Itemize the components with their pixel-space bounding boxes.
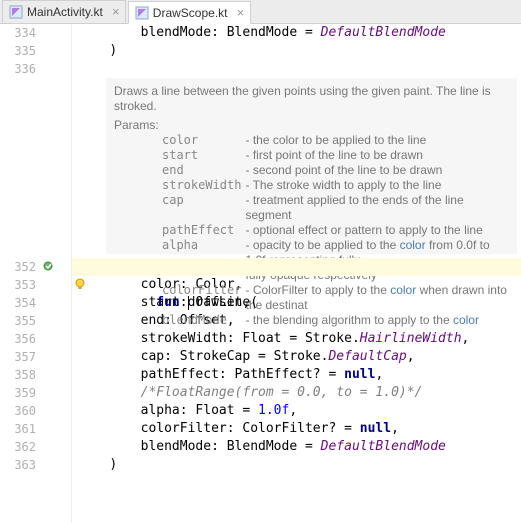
editor-tab-bar: MainActivity.kt × DrawScope.kt × (0, 0, 521, 24)
tab-drawscope[interactable]: DrawScope.kt × (128, 1, 251, 24)
line-number: 362 (0, 438, 36, 456)
doc-link[interactable]: color (453, 313, 479, 327)
doc-param-desc: - second point of the line to be drawn (245, 163, 509, 178)
line-number: 355 (0, 312, 36, 330)
doc-param-desc: - treatment applied to the ends of the l… (245, 193, 509, 223)
doc-param-name: blendMode (162, 313, 245, 328)
doc-param-name: start (162, 148, 245, 163)
line-numbers: 334 335 336 352 353 354 355 356 357 358 … (0, 24, 40, 523)
close-icon[interactable]: × (236, 8, 246, 18)
doc-param-desc: - ColorFilter to apply to the color when… (245, 283, 509, 313)
gutter-icon-row (40, 258, 72, 276)
doc-param-name: cap (162, 193, 245, 223)
kotlin-file-icon (135, 6, 149, 20)
gutter: 334 335 336 352 353 354 355 356 357 358 … (0, 24, 72, 523)
code-editor[interactable]: 334 335 336 352 353 354 355 356 357 358 … (0, 24, 521, 523)
tab-label: DrawScope.kt (153, 6, 228, 20)
doc-param-name: color (162, 133, 245, 148)
close-icon[interactable]: × (111, 7, 121, 17)
doc-link[interactable]: color (390, 283, 416, 297)
line-number: 357 (0, 348, 36, 366)
code-line[interactable]: blendMode: BlendMode = DefaultBlendMode (72, 24, 521, 42)
code-line[interactable] (72, 60, 521, 78)
line-number: 360 (0, 402, 36, 420)
code-line[interactable]: ) (72, 42, 521, 60)
code-line[interactable]: cap: StrokeCap = Stroke.DefaultCap, (72, 348, 521, 366)
code-line[interactable]: blendMode: BlendMode = DefaultBlendMode (72, 438, 521, 456)
doc-param-desc: - first point of the line to be drawn (245, 148, 509, 163)
code-line[interactable]: alpha: Float = 1.0f, (72, 402, 521, 420)
line-number: 336 (0, 60, 36, 78)
doc-params-label: Params: (114, 118, 159, 132)
tab-mainactivity[interactable]: MainActivity.kt × (2, 0, 126, 23)
code-line[interactable]: /*FloatRange(from = 0.0, to = 1.0)*/ (72, 384, 521, 402)
line-number: 353 (0, 276, 36, 294)
doc-param-name: end (162, 163, 245, 178)
doc-param-desc: - optional effect or pattern to apply to… (245, 223, 509, 238)
code-area[interactable]: blendMode: BlendMode = DefaultBlendMode … (72, 24, 521, 523)
documentation-popup: Draws a line between the given points us… (106, 78, 517, 254)
line-number: 356 (0, 330, 36, 348)
line-number: 352 (0, 258, 36, 276)
doc-link[interactable]: color (400, 238, 426, 252)
line-number: 354 (0, 294, 36, 312)
doc-param-name: strokeWidth (162, 178, 245, 193)
line-number: 335 (0, 42, 36, 60)
line-number: 359 (0, 384, 36, 402)
line-number: 361 (0, 420, 36, 438)
line-number: 363 (0, 456, 36, 474)
doc-summary: Draws a line between the given points us… (114, 84, 509, 114)
implemented-marker-icon[interactable] (42, 260, 54, 275)
code-line[interactable]: pathEffect: PathEffect? = null, (72, 366, 521, 384)
doc-param-desc: - The stroke width to apply to the line (245, 178, 509, 193)
code-line[interactable]: ) (72, 456, 521, 474)
line-number: 334 (0, 24, 36, 42)
line-number: 358 (0, 366, 36, 384)
doc-param-desc: - the color to be applied to the line (245, 133, 509, 148)
kotlin-file-icon (9, 5, 23, 19)
code-line-current[interactable]: fun drawLine( (72, 258, 521, 276)
doc-param-name: pathEffect (162, 223, 245, 238)
code-line[interactable]: strokeWidth: Float = Stroke.HairlineWidt… (72, 330, 521, 348)
doc-param-desc: - the blending algorithm to apply to the… (245, 313, 509, 328)
tab-label: MainActivity.kt (27, 5, 103, 19)
intention-bulb-icon[interactable] (72, 259, 87, 315)
code-line[interactable]: colorFilter: ColorFilter? = null, (72, 420, 521, 438)
